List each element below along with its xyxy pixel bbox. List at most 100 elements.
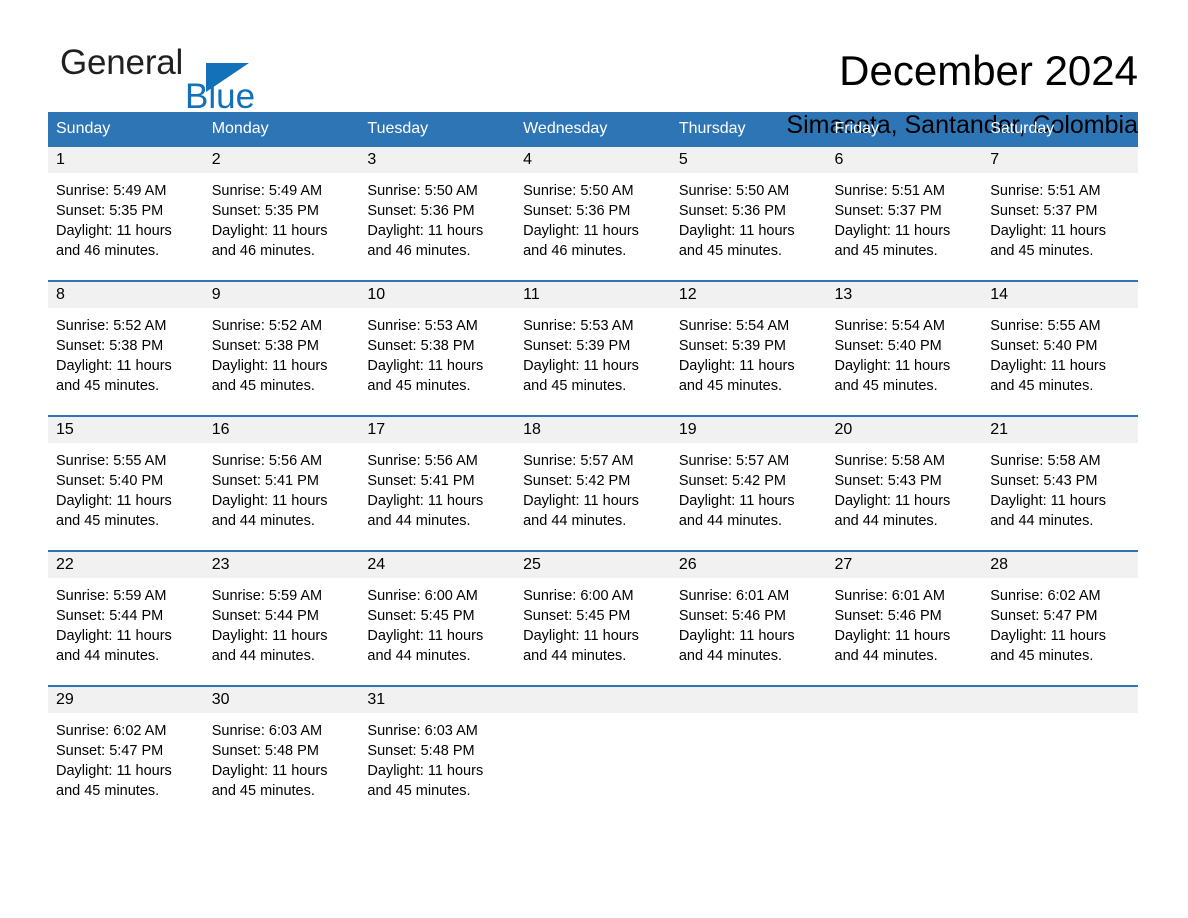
day-cell-inner: 20 Sunrise: 5:58 AM Sunset: 5:43 PM Dayligh… — [826, 417, 983, 550]
day-cell-inner — [515, 687, 671, 820]
calendar-day-cell[interactable]: 30 Sunrise: 6:03 AM Sunset: 5:48 PM Dayligh… — [203, 685, 360, 820]
calendar-day-cell[interactable]: 3 Sunrise: 5:50 AM Sunset: 5:36 PM Daylight… — [359, 147, 516, 281]
calendar-day-cell[interactable]: 12 Sunrise: 5:54 AM Sunset: 5:39 PM Dayligh… — [670, 280, 827, 416]
day-details: Sunrise: 5:52 AM Sunset: 5:38 PM Daylight:… — [48, 308, 204, 404]
sunset-text: Sunset: 5:43 PM — [990, 473, 1098, 489]
calendar-day-cell[interactable]: 5 Sunrise: 5:50 AM Sunset: 5:36 PM Daylight… — [670, 147, 827, 281]
calendar-day-cell[interactable]: 6 Sunrise: 5:51 AM Sunset: 5:37 PM Daylight… — [826, 147, 983, 281]
day-details: Sunrise: 5:53 AM Sunset: 5:39 PM Daylight:… — [515, 308, 671, 404]
calendar-day-cell[interactable]: 26 Sunrise: 6:01 AM Sunset: 5:46 PM Dayligh… — [670, 550, 827, 686]
sunset-text: Sunset: 5:44 PM — [211, 608, 319, 624]
day-number: 16 — [203, 417, 360, 443]
calendar-day-cell[interactable]: 28 Sunrise: 6:02 AM Sunset: 5:47 PM Dayligh… — [982, 550, 1138, 686]
weekday-header-sunday: Sunday — [48, 112, 204, 147]
day-cell-inner: 14 Sunrise: 5:55 AM Sunset: 5:40 PM Dayligh… — [982, 282, 1138, 415]
calendar-week-row: 22 Sunrise: 5:59 AM Sunset: 5:44 PM Dayligh… — [48, 550, 1138, 686]
day-number — [670, 687, 827, 713]
day-details: Sunrise: 6:03 AM Sunset: 5:48 PM Daylight:… — [204, 713, 360, 809]
daylight-text: Daylight: 11 hours and 45 minutes. — [367, 763, 484, 799]
sunset-text: Sunset: 5:44 PM — [56, 608, 164, 624]
calendar-body: 1 Sunrise: 5:49 AM Sunset: 5:35 PM Daylight… — [48, 147, 1138, 820]
daylight-text: Daylight: 11 hours and 44 minutes. — [523, 628, 639, 664]
day-details: Sunrise: 5:51 AM Sunset: 5:37 PM Daylight:… — [827, 173, 983, 269]
day-cell-inner: 1 Sunrise: 5:49 AM Sunset: 5:35 PM Daylight… — [48, 147, 204, 280]
calendar-day-cell[interactable]: 31 Sunrise: 6:03 AM Sunset: 5:48 PM Dayligh… — [359, 685, 516, 820]
day-cell-inner: 3 Sunrise: 5:50 AM Sunset: 5:36 PM Daylight… — [359, 147, 516, 280]
daylight-text: Daylight: 11 hours and 44 minutes. — [211, 628, 328, 664]
daylight-text: Daylight: 11 hours and 45 minutes. — [678, 223, 795, 259]
sunrise-text: Sunrise: 6:02 AM — [990, 588, 1101, 604]
day-number: 24 — [359, 552, 516, 578]
calendar-week-row: 8 Sunrise: 5:52 AM Sunset: 5:38 PM Daylight… — [48, 280, 1138, 416]
day-number — [515, 687, 671, 713]
day-cell-inner: 7 Sunrise: 5:51 AM Sunset: 5:37 PM Daylight… — [982, 147, 1138, 280]
day-details: Sunrise: 5:58 AM Sunset: 5:43 PM Daylight:… — [827, 443, 983, 539]
calendar-day-cell[interactable]: 2 Sunrise: 5:49 AM Sunset: 5:35 PM Daylight… — [203, 147, 360, 281]
calendar-day-cell[interactable]: 9 Sunrise: 5:52 AM Sunset: 5:38 PM Daylight… — [203, 280, 360, 416]
day-number: 8 — [48, 282, 204, 308]
day-cell-inner: 15 Sunrise: 5:55 AM Sunset: 5:40 PM Dayligh… — [48, 417, 204, 550]
calendar-day-cell[interactable]: 29 Sunrise: 6:02 AM Sunset: 5:47 PM Dayligh… — [48, 685, 204, 820]
day-number: 17 — [359, 417, 516, 443]
sunrise-text: Sunrise: 6:01 AM — [678, 588, 790, 604]
sunrise-sunset-calendar-table: Sunday Monday Tuesday Wednesday Thursday… — [48, 112, 1138, 820]
calendar-day-cell[interactable]: 13 Sunrise: 5:54 AM Sunset: 5:40 PM Dayligh… — [826, 280, 983, 416]
page-header: General Blue December 2024 Simacota, San… — [0, 0, 1188, 140]
day-cell-inner: 26 Sunrise: 6:01 AM Sunset: 5:46 PM Dayligh… — [670, 552, 827, 685]
day-cell-inner: 8 Sunrise: 5:52 AM Sunset: 5:38 PM Daylight… — [48, 282, 204, 415]
sunrise-text: Sunrise: 6:00 AM — [367, 588, 478, 604]
calendar-page: General Blue December 2024 Simacota, San… — [0, 0, 1188, 918]
day-number: 23 — [203, 552, 360, 578]
day-cell-inner: 18 Sunrise: 5:57 AM Sunset: 5:42 PM Dayligh… — [515, 417, 671, 550]
day-number: 25 — [515, 552, 671, 578]
calendar-day-cell[interactable]: 19 Sunrise: 5:57 AM Sunset: 5:42 PM Dayligh… — [670, 415, 827, 551]
calendar-day-cell[interactable]: 24 Sunrise: 6:00 AM Sunset: 5:45 PM Dayligh… — [359, 550, 516, 686]
page-title: December 2024 — [839, 47, 1138, 94]
calendar-day-cell[interactable]: 11 Sunrise: 5:53 AM Sunset: 5:39 PM Dayligh… — [515, 280, 671, 416]
calendar-day-cell[interactable]: 10 Sunrise: 5:53 AM Sunset: 5:38 PM Dayligh… — [359, 280, 516, 416]
day-number: 3 — [359, 147, 516, 173]
calendar-day-cell[interactable]: 21 Sunrise: 5:58 AM Sunset: 5:43 PM Dayligh… — [982, 415, 1138, 551]
sunrise-text: Sunrise: 5:54 AM — [834, 318, 945, 334]
day-number: 15 — [48, 417, 204, 443]
calendar-day-cell[interactable]: 7 Sunrise: 5:51 AM Sunset: 5:37 PM Daylight… — [982, 147, 1138, 281]
day-details: Sunrise: 5:50 AM Sunset: 5:36 PM Daylight:… — [671, 173, 827, 269]
daylight-text: Daylight: 11 hours and 45 minutes. — [990, 223, 1107, 259]
day-number: 5 — [670, 147, 827, 173]
day-details — [515, 713, 671, 729]
sunrise-text: Sunrise: 5:56 AM — [211, 453, 323, 469]
day-number: 28 — [982, 552, 1138, 578]
calendar-day-cell[interactable]: 4 Sunrise: 5:50 AM Sunset: 5:36 PM Daylight… — [515, 147, 671, 281]
calendar-week-row: 15 Sunrise: 5:55 AM Sunset: 5:40 PM Dayligh… — [48, 415, 1138, 551]
calendar-day-cell[interactable]: 25 Sunrise: 6:00 AM Sunset: 5:45 PM Dayligh… — [515, 550, 671, 686]
calendar-day-cell[interactable]: 14 Sunrise: 5:55 AM Sunset: 5:40 PM Dayligh… — [982, 280, 1138, 416]
daylight-text: Daylight: 11 hours and 46 minutes. — [367, 223, 484, 259]
sunset-text: Sunset: 5:42 PM — [523, 473, 631, 489]
daylight-text: Daylight: 11 hours and 44 minutes. — [834, 493, 951, 529]
day-details — [671, 713, 827, 729]
calendar-day-cell[interactable]: 22 Sunrise: 5:59 AM Sunset: 5:44 PM Dayligh… — [48, 550, 204, 686]
sunset-text: Sunset: 5:41 PM — [367, 473, 475, 489]
sunset-text: Sunset: 5:45 PM — [523, 608, 631, 624]
calendar-day-cell[interactable]: 15 Sunrise: 5:55 AM Sunset: 5:40 PM Dayligh… — [48, 415, 204, 551]
calendar-day-cell[interactable]: 16 Sunrise: 5:56 AM Sunset: 5:41 PM Dayligh… — [203, 415, 360, 551]
calendar-day-cell[interactable]: 17 Sunrise: 5:56 AM Sunset: 5:41 PM Dayligh… — [359, 415, 516, 551]
sunset-text: Sunset: 5:40 PM — [990, 338, 1098, 354]
calendar-day-cell[interactable]: 20 Sunrise: 5:58 AM Sunset: 5:43 PM Dayligh… — [826, 415, 983, 551]
calendar-day-cell[interactable]: 27 Sunrise: 6:01 AM Sunset: 5:46 PM Dayligh… — [826, 550, 983, 686]
day-number: 19 — [670, 417, 827, 443]
day-number — [826, 687, 983, 713]
day-number: 14 — [982, 282, 1138, 308]
daylight-text: Daylight: 11 hours and 44 minutes. — [211, 493, 328, 529]
sunset-text: Sunset: 5:36 PM — [678, 203, 787, 219]
day-number: 13 — [826, 282, 983, 308]
sunrise-text: Sunrise: 5:57 AM — [678, 453, 790, 469]
calendar-day-cell[interactable]: 1 Sunrise: 5:49 AM Sunset: 5:35 PM Daylight… — [48, 147, 204, 281]
day-cell-inner — [670, 687, 827, 820]
calendar-day-cell[interactable]: 18 Sunrise: 5:57 AM Sunset: 5:42 PM Dayligh… — [515, 415, 671, 551]
sunrise-text: Sunrise: 5:57 AM — [523, 453, 634, 469]
daylight-text: Daylight: 11 hours and 45 minutes. — [56, 493, 172, 529]
general-blue-logo[interactable]: General Blue — [58, 44, 358, 116]
calendar-day-cell[interactable]: 8 Sunrise: 5:52 AM Sunset: 5:38 PM Daylight… — [48, 280, 204, 416]
calendar-day-cell[interactable]: 23 Sunrise: 5:59 AM Sunset: 5:44 PM Dayligh… — [203, 550, 360, 686]
